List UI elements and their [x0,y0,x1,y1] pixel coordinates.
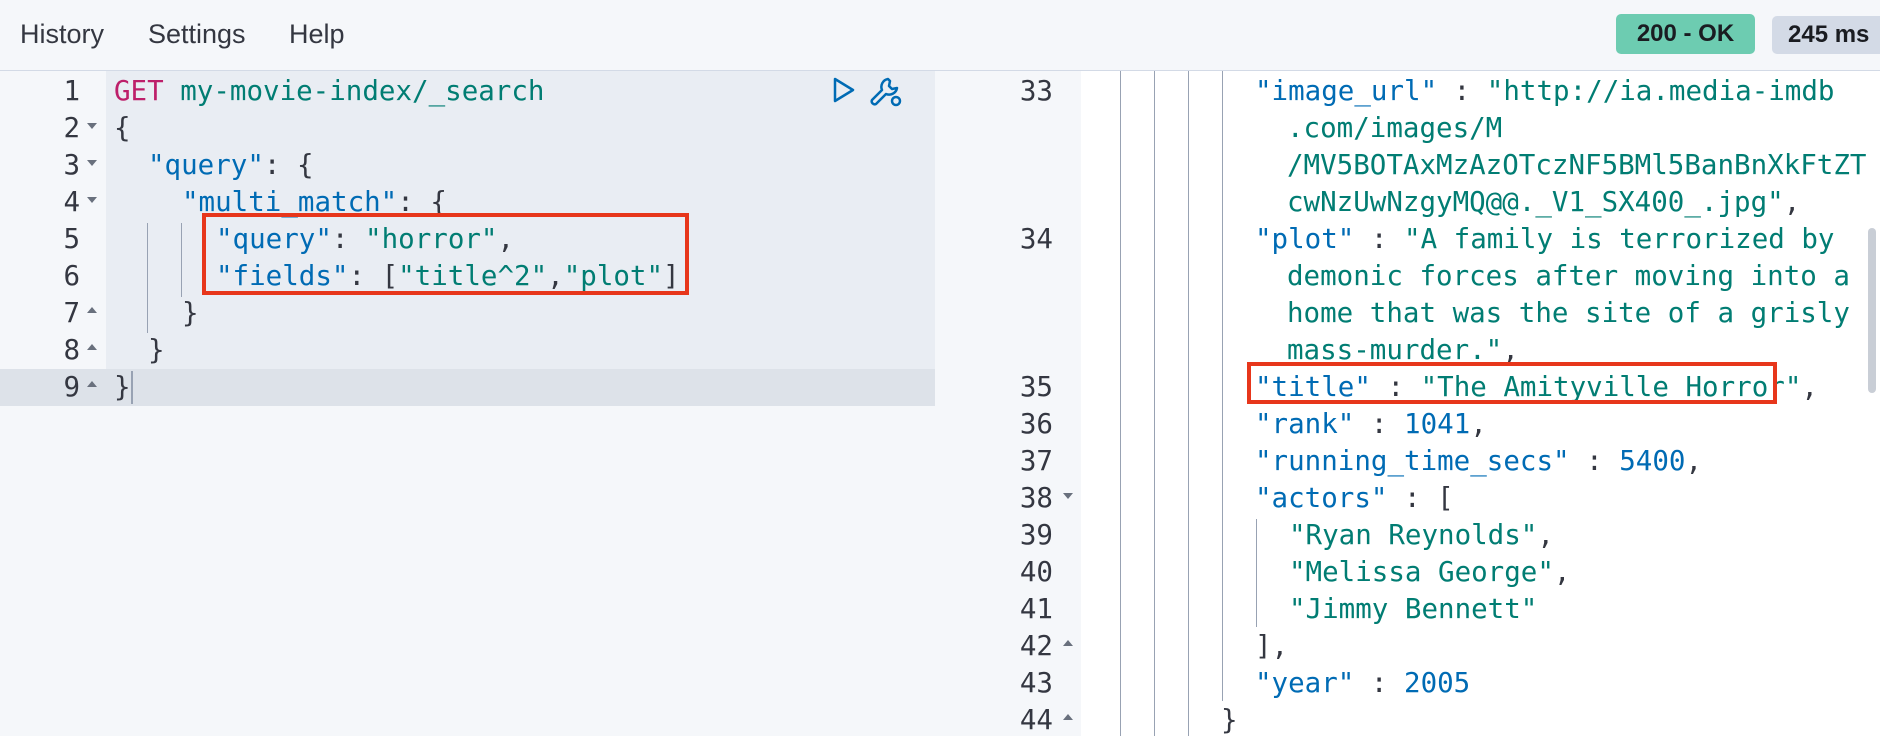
status-badge: 200 - OK [1616,14,1755,54]
code-line-9: } [114,371,131,403]
response-time-badge: 245 ms [1772,16,1880,54]
fold-toggle-icon[interactable] [87,307,97,313]
menu-history[interactable]: History [20,16,104,52]
line-number: 2 [63,112,80,144]
response-line-rank: "rank" : 1041, [1255,408,1487,440]
line-number: 44 [1019,704,1053,736]
response-line-actor: "Melissa George", [1289,556,1571,588]
highlight-box-query-fields [202,213,689,295]
menu-help[interactable]: Help [289,16,345,52]
response-line-wrap: home that was the site of a grisly [1287,297,1850,329]
line-number: 39 [1019,519,1053,551]
indent-guide [1120,71,1121,736]
line-number: 37 [1019,445,1053,477]
code-line-3: "query": { [148,149,314,181]
response-line-image-url: "image_url" : "http://ia.media-imdb [1255,75,1835,107]
fold-toggle-icon[interactable] [1063,714,1073,720]
highlight-box-title [1247,362,1777,404]
line-number: 1 [63,75,80,107]
line-number: 33 [1019,75,1053,107]
response-line-actors-close: ], [1255,630,1289,662]
menu-settings[interactable]: Settings [148,16,246,52]
response-line-plot: "plot" : "A family is terrorized by [1255,223,1835,255]
indent-guide [1188,71,1189,736]
line-number: 42 [1019,630,1053,662]
line-number: 41 [1019,593,1053,625]
indent-guide [1154,71,1155,736]
line-number: 3 [63,149,80,181]
response-line-close: } [1221,704,1238,736]
response-viewer[interactable]: 33 34 35 36 37 38 39 40 41 42 43 44 "ima… [963,71,1880,736]
line-number: 6 [63,260,80,292]
active-line-highlight [0,369,935,406]
response-scrollbar[interactable] [1868,228,1876,393]
response-line-actors: "actors" : [ [1255,482,1454,514]
line-number: 43 [1019,667,1053,699]
line-number: 38 [1019,482,1053,514]
code-line-1: GET my-movie-index/_search [114,73,544,110]
line-number: 7 [63,297,80,329]
fold-toggle-icon[interactable] [87,197,97,203]
response-line-year: "year" : 2005 [1255,667,1471,699]
response-line-actor: "Jimmy Bennett" [1289,593,1538,625]
top-bar: History Settings Help 200 - OK 245 ms [0,0,1880,71]
fold-toggle-icon[interactable] [87,123,97,129]
request-editor[interactable]: 1 2 3 4 5 6 7 8 9 GET my-movie-index/_se… [0,71,935,736]
line-number: 5 [63,223,80,255]
response-line-running-time: "running_time_secs" : 5400, [1255,445,1703,477]
line-number: 34 [1019,223,1053,255]
text-cursor [131,371,133,404]
request-path: my-movie-index/_search [180,75,545,107]
wrench-icon[interactable] [868,75,904,116]
code-line-8: } [148,334,165,366]
http-method: GET [114,75,164,107]
fold-toggle-icon[interactable] [1063,493,1073,499]
line-number: 9 [63,371,80,403]
indent-guide [1256,519,1257,627]
line-number: 4 [63,186,80,218]
code-line-7: } [182,297,199,329]
indent-guide [147,223,148,333]
response-line-wrap: /MV5BOTAxMzAzOTczNF5BMl5BanBnXkFtZT [1287,149,1867,181]
pane-splitter[interactable] [935,71,963,736]
fold-toggle-icon[interactable] [87,381,97,387]
line-number: 40 [1019,556,1053,588]
fold-toggle-icon[interactable] [87,160,97,166]
response-line-wrap: demonic forces after moving into a [1287,260,1850,292]
indent-guide [1222,71,1223,701]
request-editor-empty-area[interactable] [106,405,935,736]
response-line-wrap: .com/images/M [1287,112,1503,144]
code-line-2: { [114,112,131,144]
line-number: 8 [63,334,80,366]
indent-guide [181,223,182,297]
line-number: 36 [1019,408,1053,440]
fold-toggle-icon[interactable] [87,344,97,350]
line-number: 35 [1019,371,1053,403]
fold-toggle-icon[interactable] [1063,640,1073,646]
play-icon[interactable] [832,77,856,110]
response-line-actor: "Ryan Reynolds", [1289,519,1554,551]
response-line-wrap: cwNzUwNzgyMQ@@._V1_SX400_.jpg", [1287,186,1801,218]
